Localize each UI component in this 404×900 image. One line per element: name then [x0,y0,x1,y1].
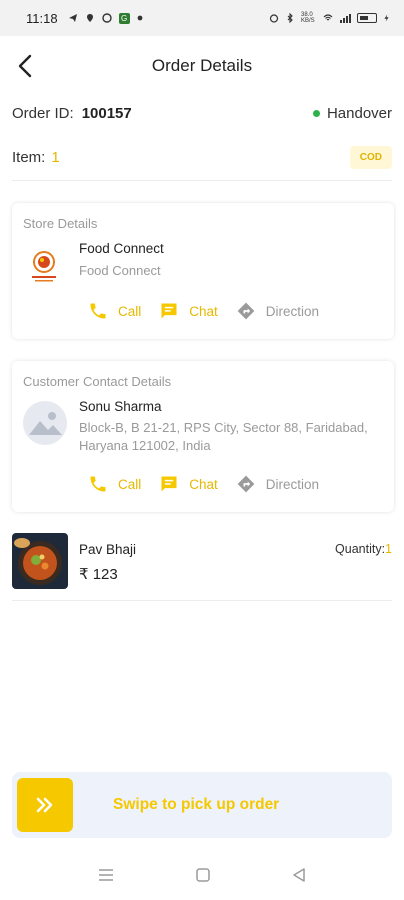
app-g-icon: G [118,12,130,24]
customer-actions: Call Chat Direction [88,472,337,496]
notification-icons: G [68,12,143,24]
customer-chat-label: Chat [189,476,218,492]
app-header: Order Details [0,36,404,96]
store-actions: Call Chat Direction [88,299,337,323]
store-call-button[interactable]: Call [88,301,141,321]
order-id-row: Order ID: 100157 Handover [12,102,392,124]
order-id-value: 100157 [81,104,132,122]
product-image [12,533,68,589]
store-chat-label: Chat [189,303,218,319]
customer-chat-button[interactable]: Chat [159,474,218,494]
product-name: Pav Bhaji [79,542,137,557]
customer-details-card: Customer Contact Details Sonu Sharma Blo… [12,361,394,512]
item-label: Item: [12,148,46,166]
bluetooth-icon [287,13,293,23]
store-details-card: Store Details Food Connect Food Connect … [12,203,394,339]
telegram-icon [68,14,77,22]
product-quantity: Quantity:1 [335,542,392,556]
status-dot-icon [312,109,320,117]
customer-address: Block-B, B 21-21, RPS City, Sector 88, F… [79,420,368,453]
order-status: Handover [312,104,392,122]
store-subtitle: Food Connect [79,263,161,278]
page-title: Order Details [151,56,253,75]
customer-card-title: Customer Contact Details [23,374,172,389]
customer-direction-label: Direction [265,476,320,492]
chat-icon [161,476,177,492]
swipe-handle[interactable] [17,778,73,832]
wifi-icon [323,14,333,21]
back-nav-icon[interactable] [290,866,308,884]
avatar [23,401,67,445]
customer-call-label: Call [118,476,142,492]
customer-call-button[interactable]: Call [88,474,141,494]
store-logo-icon [32,251,56,282]
swipe-to-pickup-slider[interactable]: Swipe to pick up order [12,772,392,838]
charging-icon [384,14,389,22]
food-bowl-icon [12,533,68,589]
customer-name: Sonu Sharma [79,399,162,414]
store-direction-label: Direction [265,303,320,319]
alarm-icon [269,14,279,23]
double-chevron-right-icon [36,797,53,813]
item-row: Item: 1 COD [12,145,392,169]
chevron-left-icon[interactable] [14,52,38,80]
status-bar: 11:18 G 38.0 KB/S [0,0,404,36]
swipe-label: Swipe to pick up order [113,796,280,813]
store-call-label: Call [118,303,142,319]
store-card-title: Store Details [23,216,98,231]
divider [12,180,392,181]
order-status-text: Handover [326,104,392,122]
quantity-label: Quantity: [335,542,386,556]
store-name: Food Connect [79,241,164,256]
direction-icon [237,302,255,320]
image-placeholder-icon [29,412,62,435]
item-count: 1 [51,148,60,166]
customer-direction-button[interactable]: Direction [236,474,319,494]
store-direction-button[interactable]: Direction [236,301,319,321]
store-chat-button[interactable]: Chat [159,301,218,321]
product-price: ₹ 123 [79,566,118,583]
battery-icon [357,13,377,23]
dot-icon [137,15,142,21]
location-icon [86,14,93,22]
whatsapp-icon [101,13,112,23]
phone-icon [90,303,106,319]
payment-badge: COD [349,145,392,169]
direction-icon [237,475,255,493]
menu-icon[interactable] [97,866,115,884]
system-nav-bar [0,850,404,900]
status-time: 11:18 [26,10,58,26]
chat-icon [161,303,177,319]
signal-icon [340,14,351,23]
quantity-value: 1 [385,542,392,556]
network-speed: 38.0 KB/S [301,12,315,24]
divider [12,600,392,601]
home-icon[interactable] [194,866,212,884]
order-id-label: Order ID: [12,104,74,122]
phone-icon [90,476,106,492]
system-icons: 38.0 KB/S [269,12,390,24]
